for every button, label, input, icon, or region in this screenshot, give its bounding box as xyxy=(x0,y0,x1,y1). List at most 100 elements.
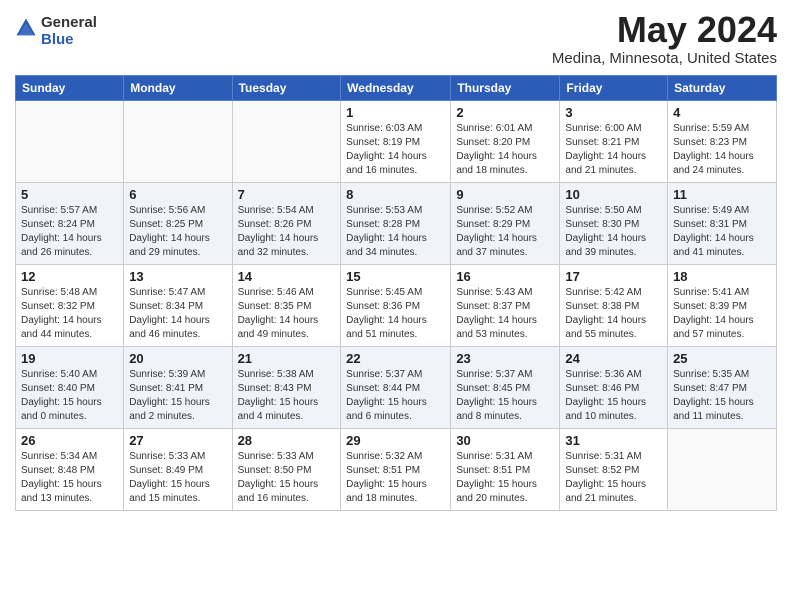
day-number-3-4: 23 xyxy=(456,351,554,366)
day-info-3-0: Sunrise: 5:40 AM Sunset: 8:40 PM Dayligh… xyxy=(21,368,118,424)
day-info-1-3: Sunrise: 5:53 AM Sunset: 8:28 PM Dayligh… xyxy=(346,204,445,260)
calendar-header-row: Sunday Monday Tuesday Wednesday Thursday… xyxy=(16,75,777,100)
day-info-4-3: Sunrise: 5:32 AM Sunset: 8:51 PM Dayligh… xyxy=(346,450,445,506)
week-row-0: 1 Sunrise: 6:03 AM Sunset: 8:19 PM Daylig… xyxy=(16,100,777,182)
header: General Blue May 2024 Medina, Minnesota,… xyxy=(15,10,777,67)
calendar-cell-0-5: 3Sunrise: 6:00 AM Sunset: 8:21 PM Daylig… xyxy=(560,100,668,182)
calendar-cell-2-5: 17 Sunrise: 5:42 AM Sunset: 8:38 PM Dayli… xyxy=(560,264,668,346)
day-info-2-5: Sunrise: 5:42 AM Sunset: 8:38 PM Dayligh… xyxy=(565,286,662,342)
day-info-4-2: Sunrise: 5:33 AM Sunset: 8:50 PM Dayligh… xyxy=(238,450,336,506)
calendar-cell-3-1: 20 Sunrise: 5:39 AM Sunset: 8:41 PM Dayli… xyxy=(124,346,232,428)
col-friday: Friday xyxy=(560,75,668,100)
day-number-1-5: 10 xyxy=(565,187,662,202)
day-number-1-2: 7 xyxy=(238,187,336,202)
day-number-2-6: 18 xyxy=(673,269,771,284)
calendar-cell-3-3: 22Sunrise: 5:37 AM Sunset: 8:44 PM Dayli… xyxy=(341,346,451,428)
calendar-cell-3-2: 21 Sunrise: 5:38 AM Sunset: 8:43 PM Dayli… xyxy=(232,346,341,428)
day-number-3-1: 20 xyxy=(129,351,226,366)
day-info-3-1: Sunrise: 5:39 AM Sunset: 8:41 PM Dayligh… xyxy=(129,368,226,424)
day-number-1-6: 11 xyxy=(673,187,771,202)
day-info-1-1: Sunrise: 5:56 AM Sunset: 8:25 PM Dayligh… xyxy=(129,204,226,260)
calendar-cell-4-2: 28 Sunrise: 5:33 AM Sunset: 8:50 PM Dayli… xyxy=(232,428,341,510)
day-info-2-2: Sunrise: 5:46 AM Sunset: 8:35 PM Dayligh… xyxy=(238,286,336,342)
calendar-cell-2-2: 14 Sunrise: 5:46 AM Sunset: 8:35 PM Dayli… xyxy=(232,264,341,346)
day-info-2-1: Sunrise: 5:47 AM Sunset: 8:34 PM Dayligh… xyxy=(129,286,226,342)
day-number-3-5: 24 xyxy=(565,351,662,366)
day-number-1-0: 5 xyxy=(21,187,118,202)
day-number-1-4: 9 xyxy=(456,187,554,202)
calendar-cell-4-1: 27 Sunrise: 5:33 AM Sunset: 8:49 PM Dayli… xyxy=(124,428,232,510)
calendar-cell-4-0: 26 Sunrise: 5:34 AM Sunset: 8:48 PM Dayli… xyxy=(16,428,124,510)
day-number-1-1: 6 xyxy=(129,187,226,202)
location-title: Medina, Minnesota, United States xyxy=(552,50,777,67)
week-row-3: 19 Sunrise: 5:40 AM Sunset: 8:40 PM Dayli… xyxy=(16,346,777,428)
day-info-3-4: Sunrise: 5:37 AM Sunset: 8:45 PM Dayligh… xyxy=(456,368,554,424)
day-number-4-4: 30 xyxy=(456,433,554,448)
day-info-4-1: Sunrise: 5:33 AM Sunset: 8:49 PM Dayligh… xyxy=(129,450,226,506)
day-number-4-3: 29 xyxy=(346,433,445,448)
day-number-2-5: 17 xyxy=(565,269,662,284)
calendar-cell-0-0 xyxy=(16,100,124,182)
day-info-2-3: Sunrise: 5:45 AM Sunset: 8:36 PM Dayligh… xyxy=(346,286,445,342)
calendar-cell-0-2 xyxy=(232,100,341,182)
day-number-3-2: 21 xyxy=(238,351,336,366)
day-info-1-4: Sunrise: 5:52 AM Sunset: 8:29 PM Dayligh… xyxy=(456,204,554,260)
day-info-0-6: Sunrise: 5:59 AM Sunset: 8:23 PM Dayligh… xyxy=(673,122,771,178)
day-number-4-5: 31 xyxy=(565,433,662,448)
calendar-cell-3-5: 24 Sunrise: 5:36 AM Sunset: 8:46 PM Dayli… xyxy=(560,346,668,428)
day-info-1-5: Sunrise: 5:50 AM Sunset: 8:30 PM Dayligh… xyxy=(565,204,662,260)
day-info-4-0: Sunrise: 5:34 AM Sunset: 8:48 PM Dayligh… xyxy=(21,450,118,506)
calendar-cell-3-0: 19 Sunrise: 5:40 AM Sunset: 8:40 PM Dayli… xyxy=(16,346,124,428)
week-row-4: 26 Sunrise: 5:34 AM Sunset: 8:48 PM Dayli… xyxy=(16,428,777,510)
calendar-cell-0-6: 4Sunrise: 5:59 AM Sunset: 8:23 PM Daylig… xyxy=(668,100,777,182)
calendar-cell-0-3: 1 Sunrise: 6:03 AM Sunset: 8:19 PM Daylig… xyxy=(341,100,451,182)
day-info-1-2: Sunrise: 5:54 AM Sunset: 8:26 PM Dayligh… xyxy=(238,204,336,260)
day-number-3-3: 22 xyxy=(346,351,445,366)
calendar-cell-0-4: 2Sunrise: 6:01 AM Sunset: 8:20 PM Daylig… xyxy=(451,100,560,182)
day-number-4-1: 27 xyxy=(129,433,226,448)
day-info-0-3: Sunrise: 6:03 AM Sunset: 8:19 PM Dayligh… xyxy=(346,122,445,178)
col-thursday: Thursday xyxy=(451,75,560,100)
calendar-cell-1-3: 8 Sunrise: 5:53 AM Sunset: 8:28 PM Daylig… xyxy=(341,182,451,264)
calendar-cell-0-1 xyxy=(124,100,232,182)
day-number-4-2: 28 xyxy=(238,433,336,448)
calendar-cell-4-3: 29 Sunrise: 5:32 AM Sunset: 8:51 PM Dayli… xyxy=(341,428,451,510)
day-number-3-0: 19 xyxy=(21,351,118,366)
col-saturday: Saturday xyxy=(668,75,777,100)
logo-blue-text: Blue xyxy=(41,32,97,49)
logo-icon xyxy=(15,17,37,39)
calendar-cell-3-6: 25Sunrise: 5:35 AM Sunset: 8:47 PM Dayli… xyxy=(668,346,777,428)
day-number-0-3: 1 xyxy=(346,105,445,120)
col-sunday: Sunday xyxy=(16,75,124,100)
calendar-cell-3-4: 23 Sunrise: 5:37 AM Sunset: 8:45 PM Dayli… xyxy=(451,346,560,428)
month-title: May 2024 xyxy=(552,10,777,50)
day-number-2-3: 15 xyxy=(346,269,445,284)
day-number-0-4: 2 xyxy=(456,105,554,120)
week-row-2: 12Sunrise: 5:48 AM Sunset: 8:32 PM Dayli… xyxy=(16,264,777,346)
day-number-4-0: 26 xyxy=(21,433,118,448)
col-monday: Monday xyxy=(124,75,232,100)
day-info-3-2: Sunrise: 5:38 AM Sunset: 8:43 PM Dayligh… xyxy=(238,368,336,424)
week-row-1: 5 Sunrise: 5:57 AM Sunset: 8:24 PM Daylig… xyxy=(16,182,777,264)
day-number-1-3: 8 xyxy=(346,187,445,202)
day-info-1-6: Sunrise: 5:49 AM Sunset: 8:31 PM Dayligh… xyxy=(673,204,771,260)
logo: General Blue xyxy=(15,15,97,48)
day-info-2-6: Sunrise: 5:41 AM Sunset: 8:39 PM Dayligh… xyxy=(673,286,771,342)
calendar-cell-2-0: 12Sunrise: 5:48 AM Sunset: 8:32 PM Dayli… xyxy=(16,264,124,346)
day-number-0-5: 3 xyxy=(565,105,662,120)
calendar-cell-4-4: 30Sunrise: 5:31 AM Sunset: 8:51 PM Dayli… xyxy=(451,428,560,510)
title-block: May 2024 Medina, Minnesota, United State… xyxy=(552,10,777,67)
calendar-cell-1-6: 11 Sunrise: 5:49 AM Sunset: 8:31 PM Dayli… xyxy=(668,182,777,264)
day-number-2-2: 14 xyxy=(238,269,336,284)
day-number-3-6: 25 xyxy=(673,351,771,366)
calendar-cell-2-4: 16Sunrise: 5:43 AM Sunset: 8:37 PM Dayli… xyxy=(451,264,560,346)
calendar-cell-4-5: 31Sunrise: 5:31 AM Sunset: 8:52 PM Dayli… xyxy=(560,428,668,510)
calendar-cell-2-6: 18 Sunrise: 5:41 AM Sunset: 8:39 PM Dayli… xyxy=(668,264,777,346)
day-number-2-1: 13 xyxy=(129,269,226,284)
calendar-cell-1-2: 7 Sunrise: 5:54 AM Sunset: 8:26 PM Daylig… xyxy=(232,182,341,264)
day-info-3-5: Sunrise: 5:36 AM Sunset: 8:46 PM Dayligh… xyxy=(565,368,662,424)
day-info-1-0: Sunrise: 5:57 AM Sunset: 8:24 PM Dayligh… xyxy=(21,204,118,260)
day-number-2-0: 12 xyxy=(21,269,118,284)
calendar-cell-2-1: 13 Sunrise: 5:47 AM Sunset: 8:34 PM Dayli… xyxy=(124,264,232,346)
day-number-2-4: 16 xyxy=(456,269,554,284)
